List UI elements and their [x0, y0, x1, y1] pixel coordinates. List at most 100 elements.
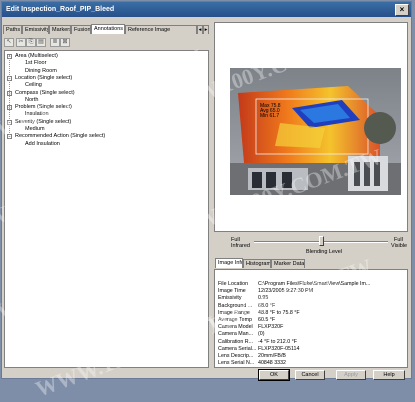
annotations-toolbar: ↖ ✂ ⎘ ▤ ≣ ⊠: [4, 38, 124, 48]
tree-guide-line: [9, 55, 10, 139]
tree-value[interactable]: North: [25, 97, 38, 104]
annotations-tree[interactable]: − Area (Multiselect) 1st Floor Dining Room −…: [4, 50, 209, 368]
close-button[interactable]: ×: [395, 4, 409, 16]
tree-item-label: North: [25, 96, 39, 103]
tree-item-label: Medium: [25, 126, 45, 132]
blend-slider-thumb[interactable]: [318, 236, 324, 246]
image-info-row: Image Range 48.8 °F to 75.8 °F: [218, 310, 406, 317]
image-info-row: Image Time 12/23/2005 9:27:30 PM: [218, 288, 406, 295]
tree-value[interactable]: 1st Floor: [25, 60, 46, 67]
image-info-key: Average Temp: [218, 317, 252, 323]
cancel-button[interactable]: Cancel: [295, 370, 325, 380]
tree-value[interactable]: Dining Room: [25, 68, 57, 75]
image-info-value: C:\Program Files\Fluke\SmartView\Sample …: [258, 281, 371, 287]
tab-fusion[interactable]: Fusion: [71, 25, 91, 34]
tree-item-label: Severity (Single select): [15, 118, 72, 125]
tree-item-label: Problem (Single select): [15, 104, 72, 111]
image-info-row: Camera Serial... FLXP320F-05114: [218, 346, 406, 353]
image-info-value: 60.5 °F: [258, 317, 276, 323]
tab-scroll-right-button[interactable]: ▸: [203, 25, 209, 34]
tab-emissivity[interactable]: Emissivity: [22, 25, 49, 34]
image-info-key: Background ...: [218, 302, 253, 309]
tree-category[interactable]: − Compass (Single select): [7, 89, 75, 97]
tab-annotations[interactable]: Annotations: [91, 24, 125, 34]
tab-image-info[interactable]: Image Info: [215, 258, 243, 268]
image-info-row: Camera Model FLXP320F: [218, 324, 406, 331]
tree-item-label: Compass (Single select): [15, 89, 75, 96]
image-info-key: Camera Model: [218, 324, 253, 331]
blending-level-label: Blending Level: [306, 249, 343, 255]
cursor-icon: ↖: [6, 39, 12, 45]
image-info-value: 48.8 °F to 75.8 °F: [258, 309, 300, 316]
thermal-image-svg: [230, 68, 401, 195]
image-info-value: FLXP320F-05114: [258, 345, 300, 352]
image-info-table: File Location C:\Program Files\Fluke\Smar…: [214, 269, 408, 368]
image-info-key: Lens Descrip...: [218, 353, 254, 359]
fused-thermal-image[interactable]: Max 75.8 Avg 65.0 Min 61.7: [230, 68, 401, 195]
full-visible-label-2: Visible: [391, 243, 408, 249]
image-info-row: Background ... 68.0 °F: [218, 303, 406, 310]
image-info-key: Camera Serial...: [218, 345, 257, 352]
tree-category[interactable]: − Problem (Single select): [7, 104, 72, 111]
tab-paths[interactable]: Paths: [3, 25, 22, 34]
tree-value[interactable]: Ceiling: [25, 82, 42, 89]
scissors-icon: ✂: [18, 39, 24, 45]
copy-button[interactable]: ⎘: [26, 38, 36, 47]
tab-reference-image[interactable]: Reference Image: [125, 25, 197, 34]
tree-category[interactable]: − Location (Single select): [7, 74, 73, 82]
tab-markers[interactable]: Markers: [49, 25, 71, 34]
image-info-value: 0.95: [258, 295, 269, 302]
tree-item-label: Area (Multiselect): [15, 53, 58, 59]
ok-button[interactable]: OK: [258, 369, 290, 381]
image-info-value: (0): [258, 331, 265, 338]
list-icon: ≣: [52, 39, 58, 45]
tree-value[interactable]: Medium: [25, 126, 45, 133]
image-info-row: Emissivity 0.95: [218, 295, 406, 302]
delete-button[interactable]: ⊠: [60, 38, 70, 47]
window-title: Edit Inspection_Roof_PIP_Bleed: [6, 6, 115, 13]
window-title-bar[interactable]: Edit Inspection_Roof_PIP_Bleed ×: [2, 2, 411, 17]
tree-item-label: Dining Room: [25, 67, 57, 74]
tab-marker-data[interactable]: Marker Data: [271, 259, 305, 268]
tree-item-label: Ceiling: [25, 82, 42, 89]
properties-button[interactable]: ≣: [50, 38, 60, 47]
image-info-row: Average Temp 60.5 °F: [218, 317, 406, 324]
help-button[interactable]: Help: [373, 370, 405, 380]
image-info-key: File Location: [218, 281, 249, 287]
tree-item-label: 1st Floor: [25, 60, 47, 67]
measurement-labels: Max 75.8 Avg 65.0 Min 61.7: [260, 104, 281, 119]
copy-icon: ⎘: [28, 39, 34, 45]
tree-item-label: Insulation: [25, 111, 49, 118]
image-info-value: 12/23/2005 9:27:30 PM: [258, 288, 314, 295]
image-info-key: Camera Man...: [218, 331, 254, 338]
tree-value[interactable]: Add Insulation: [25, 141, 60, 148]
tree-item-label: Location (Single select): [15, 74, 73, 81]
tree-item-label: Recommended Action (Single select): [15, 133, 106, 140]
tree-item-label: Add Insulation: [25, 140, 60, 147]
tree-value[interactable]: Insulation: [25, 111, 49, 118]
image-info-row: Calibration R... -4 °F to 212.0 °F: [218, 339, 406, 346]
image-info-key: Lens Serial N...: [218, 360, 255, 367]
image-info-row: Lens Descrip... 20mm/FB/B: [218, 353, 406, 360]
tree-category[interactable]: − Area (Multiselect): [7, 53, 58, 60]
image-info-row: Lens Serial N... 40848 3332: [218, 360, 406, 367]
paste-icon: ▤: [38, 39, 44, 45]
tree-category[interactable]: − Severity (Single select): [7, 118, 72, 126]
tree-category[interactable]: − Recommended Action (Single select): [7, 133, 106, 140]
cut-button[interactable]: ✂: [16, 38, 26, 47]
image-info-value: -4 °F to 212.0 °F: [258, 338, 297, 345]
tab-histogram[interactable]: Histogram: [243, 259, 271, 268]
image-info-value: FLXP320F: [258, 324, 284, 331]
image-info-row: File Location C:\Program Files\Fluke\Smar…: [218, 281, 406, 288]
delete-icon: ⊠: [62, 39, 68, 45]
image-info-key: Emissivity: [218, 295, 242, 302]
min-temp-label: Min 61.7: [260, 113, 280, 119]
image-info-key: Image Time: [218, 288, 246, 295]
image-info-value: 40848 3332: [258, 360, 286, 367]
apply-button[interactable]: Apply: [336, 370, 366, 380]
pointer-tool-button[interactable]: ↖: [4, 38, 14, 47]
paste-button[interactable]: ▤: [36, 38, 46, 47]
image-info-key: Calibration R...: [218, 338, 254, 345]
image-info-value: 20mm/FB/B: [258, 353, 286, 359]
image-info-key: Image Range: [218, 309, 250, 316]
